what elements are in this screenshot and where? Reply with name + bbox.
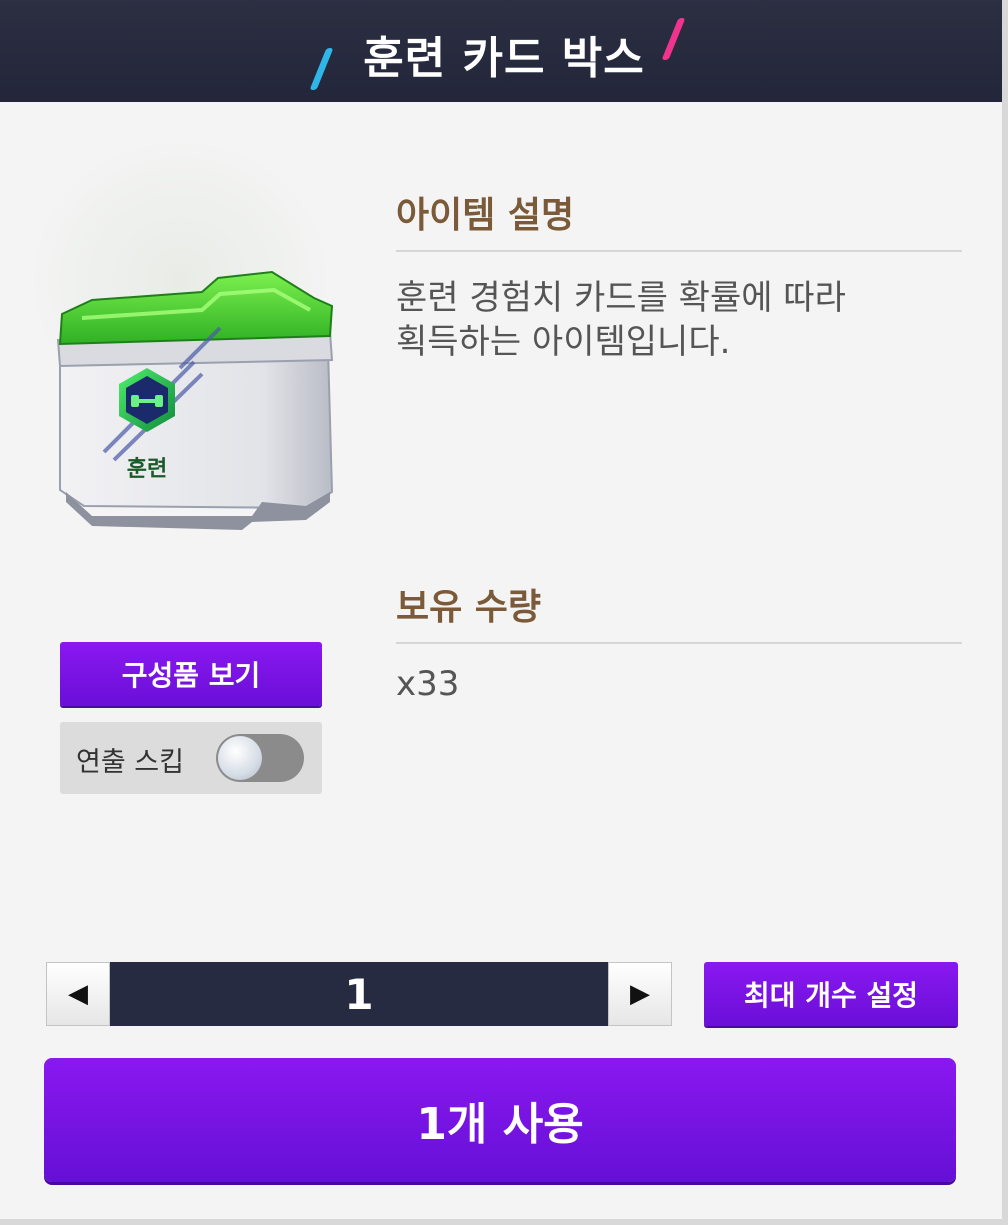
quantity-stepper: ◀ 1 ▶: [46, 962, 672, 1026]
description-line: 훈련 경험치 카드를 확률에 따라: [396, 278, 846, 318]
header-bar: 훈련 카드 박스: [0, 0, 1008, 102]
right-border: [1002, 0, 1008, 1225]
arrow-left-icon: ◀: [68, 979, 88, 1009]
skip-animation-toggle[interactable]: [216, 734, 304, 782]
use-item-button[interactable]: 1개 사용: [44, 1058, 956, 1182]
item-description: 훈련 경험치 카드를 확률에 따라 획득하는 아이템입니다.: [396, 276, 956, 364]
page-title: 훈련 카드 박스: [363, 33, 645, 84]
quantity-divider: [396, 642, 962, 644]
skip-animation-label: 연출 스킵: [76, 747, 184, 778]
description-line: 획득하는 아이템입니다.: [396, 322, 731, 362]
arrow-right-icon: ▶: [630, 979, 650, 1009]
skip-animation-panel: 연출 스킵: [60, 722, 322, 794]
stepper-value[interactable]: 1: [110, 962, 608, 1026]
quantity-value: x33: [396, 664, 460, 704]
quantity-heading: 보유 수량: [396, 587, 542, 628]
set-max-quantity-button[interactable]: 최대 개수 설정: [704, 962, 958, 1026]
box-label: 훈련: [127, 457, 167, 482]
bottom-border: [0, 1219, 1008, 1225]
description-heading: 아이템 설명: [396, 195, 575, 236]
increment-button[interactable]: ▶: [608, 962, 672, 1026]
toggle-knob: [218, 736, 262, 780]
description-divider: [396, 250, 962, 252]
view-contents-button[interactable]: 구성품 보기: [60, 642, 322, 706]
decrement-button[interactable]: ◀: [46, 962, 110, 1026]
training-box-icon: 훈련: [56, 270, 334, 530]
